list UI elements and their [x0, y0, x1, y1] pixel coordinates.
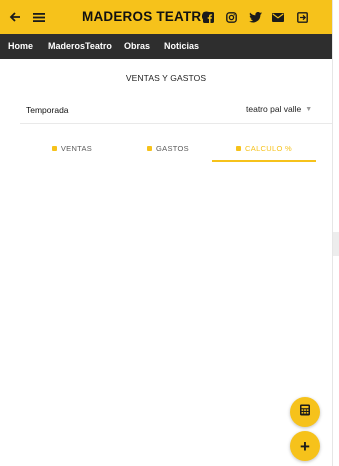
calculator-fab[interactable] [290, 397, 320, 427]
logout-icon[interactable] [294, 0, 310, 34]
divider [20, 123, 332, 124]
nav-item-home[interactable]: Home [8, 34, 33, 59]
twitter-icon[interactable] [246, 0, 264, 34]
instagram-icon[interactable] [223, 0, 239, 34]
calculator-icon [299, 403, 311, 421]
season-label: Temporada [26, 105, 69, 115]
nav-item-maderosteatro[interactable]: MaderosTeatro [48, 34, 112, 59]
app-screen: MADEROS TEATRO Home MaderosTeatro Obras … [0, 0, 332, 466]
add-fab[interactable]: + [290, 431, 320, 461]
plus-icon: + [300, 436, 310, 456]
active-tab-indicator [212, 160, 316, 162]
season-select[interactable]: teatro pal valle ▼ [246, 104, 312, 114]
tab-icon [147, 145, 153, 151]
tab-calculo[interactable]: CALCULO % [212, 135, 316, 161]
top-app-bar: MADEROS TEATRO [0, 0, 332, 34]
hamburger-menu-icon[interactable] [30, 0, 48, 34]
nav-item-obras[interactable]: Obras [124, 34, 150, 59]
season-select-value: teatro pal valle [246, 104, 302, 114]
tab-ventas[interactable]: VENTAS [20, 135, 124, 161]
mail-icon[interactable] [270, 0, 286, 34]
nav-item-noticias[interactable]: Noticias [164, 34, 199, 59]
tab-label: VENTAS [60, 143, 93, 153]
tab-label: GASTOS [156, 143, 189, 153]
page-title: VENTAS Y GASTOS [125, 73, 207, 83]
tab-label: CALCULO % [245, 143, 292, 153]
tab-icon [51, 145, 57, 151]
scroll-handle [333, 232, 339, 256]
facebook-icon[interactable] [200, 0, 216, 34]
tab-icon [236, 145, 242, 151]
tab-gastos[interactable]: GASTOS [116, 135, 220, 161]
app-title: MADEROS TEATRO [82, 9, 213, 24]
arrow-left-icon[interactable] [6, 0, 24, 34]
nav-bar: Home MaderosTeatro Obras Noticias [0, 34, 332, 59]
chevron-down-icon: ▼ [305, 105, 313, 113]
